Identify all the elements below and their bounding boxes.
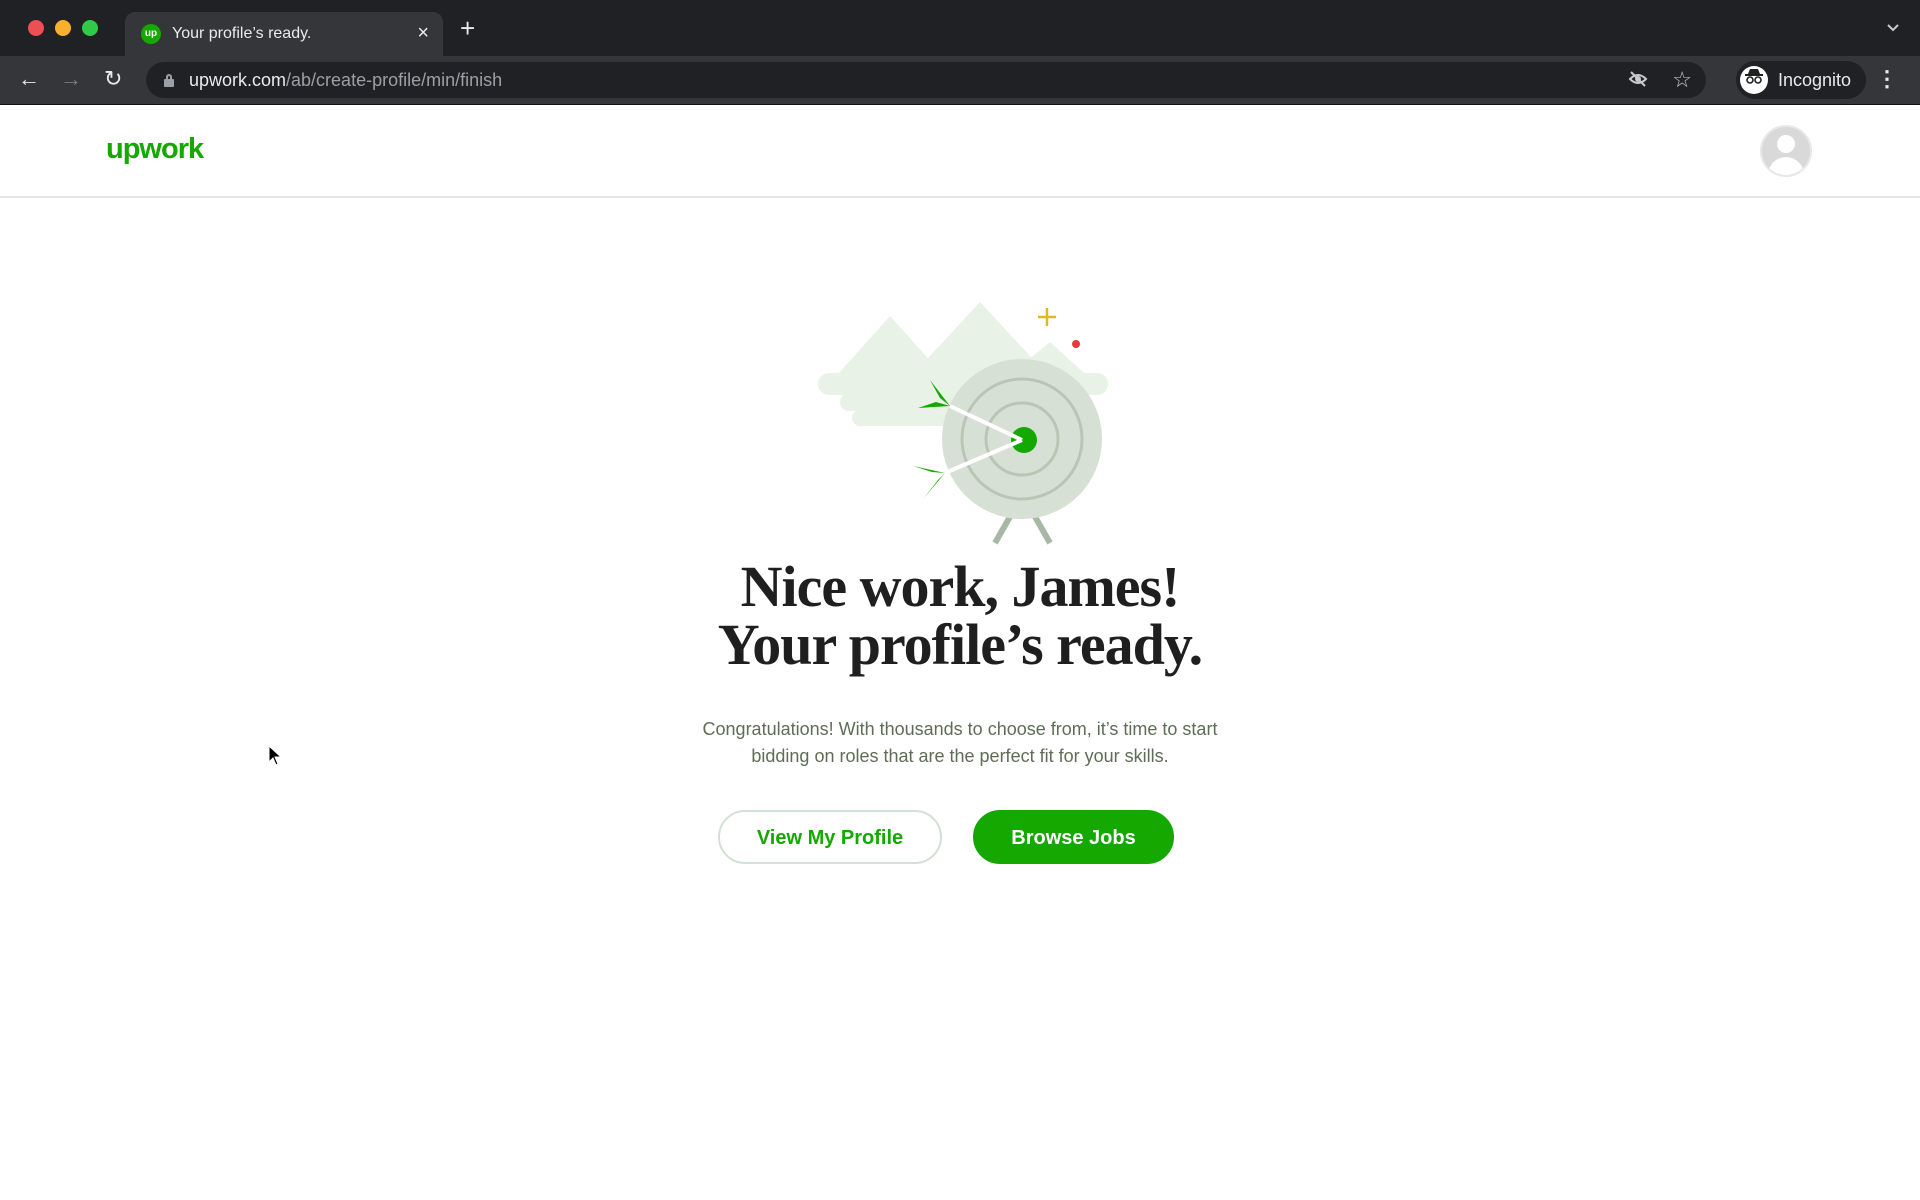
browser-tab-active[interactable]: up Your profile’s ready. × xyxy=(125,12,443,56)
avatar-shoulders-shape xyxy=(1768,157,1804,175)
incognito-icon xyxy=(1740,66,1768,94)
tab-search-chevron-icon[interactable] xyxy=(1886,20,1900,36)
window-minimize-button[interactable] xyxy=(55,20,71,36)
browse-jobs-button[interactable]: Browse Jobs xyxy=(973,810,1174,864)
tab-title: Your profile’s ready. xyxy=(172,25,312,42)
upwork-logo[interactable]: upwork xyxy=(106,133,204,166)
url-host: upwork.com xyxy=(189,70,287,90)
headline-line-1: Nice work, James! xyxy=(740,554,1181,619)
url-text[interactable]: upwork.com/ab/create-profile/min/finish xyxy=(189,70,502,90)
page-header: upwork xyxy=(0,105,1920,198)
incognito-label: Incognito xyxy=(1778,70,1852,90)
browser-toolbar: ← → ↻ upwork.com/ab/create-profile/min/f… xyxy=(0,56,1920,105)
avatar-head-shape xyxy=(1777,135,1795,153)
mouse-cursor-icon xyxy=(268,745,282,766)
window-maximize-button[interactable] xyxy=(82,20,98,36)
user-avatar[interactable] xyxy=(1760,125,1812,177)
view-my-profile-button[interactable]: View My Profile xyxy=(718,810,942,864)
browser-menu-icon[interactable]: ⋮ xyxy=(1876,66,1898,92)
bookmark-star-icon[interactable]: ☆ xyxy=(1672,67,1692,93)
new-tab-button[interactable]: + xyxy=(460,15,475,41)
forward-button[interactable]: → xyxy=(60,66,82,92)
browser-tab-strip: up Your profile’s ready. × + xyxy=(0,0,1920,56)
subtext-line-1: Congratulations! With thousands to choos… xyxy=(702,719,1218,739)
reload-button[interactable]: ↻ xyxy=(104,66,122,92)
address-bar[interactable]: upwork.com/ab/create-profile/min/finish … xyxy=(146,62,1706,98)
upwork-favicon-icon: up xyxy=(141,24,161,44)
page-title: Nice work, James! Your profile’s ready. xyxy=(0,558,1920,674)
sparkle-plus-icon xyxy=(1038,308,1056,326)
headline-line-2: Your profile’s ready. xyxy=(717,612,1203,677)
lock-icon[interactable] xyxy=(164,74,174,87)
back-button[interactable]: ← xyxy=(18,66,40,92)
red-dot-icon xyxy=(1072,340,1080,348)
tab-close-icon[interactable]: × xyxy=(417,22,429,44)
incognito-profile-button[interactable]: Incognito xyxy=(1736,61,1866,99)
tracking-protection-eye-slash-icon[interactable] xyxy=(1628,70,1648,93)
window-close-button[interactable] xyxy=(28,20,44,36)
subtext-line-2: bidding on roles that are the perfect fi… xyxy=(751,746,1169,766)
url-path: /ab/create-profile/min/finish xyxy=(286,70,503,90)
congratulations-text: Congratulations! With thousands to choos… xyxy=(0,716,1920,770)
target-illustration xyxy=(818,302,1108,545)
